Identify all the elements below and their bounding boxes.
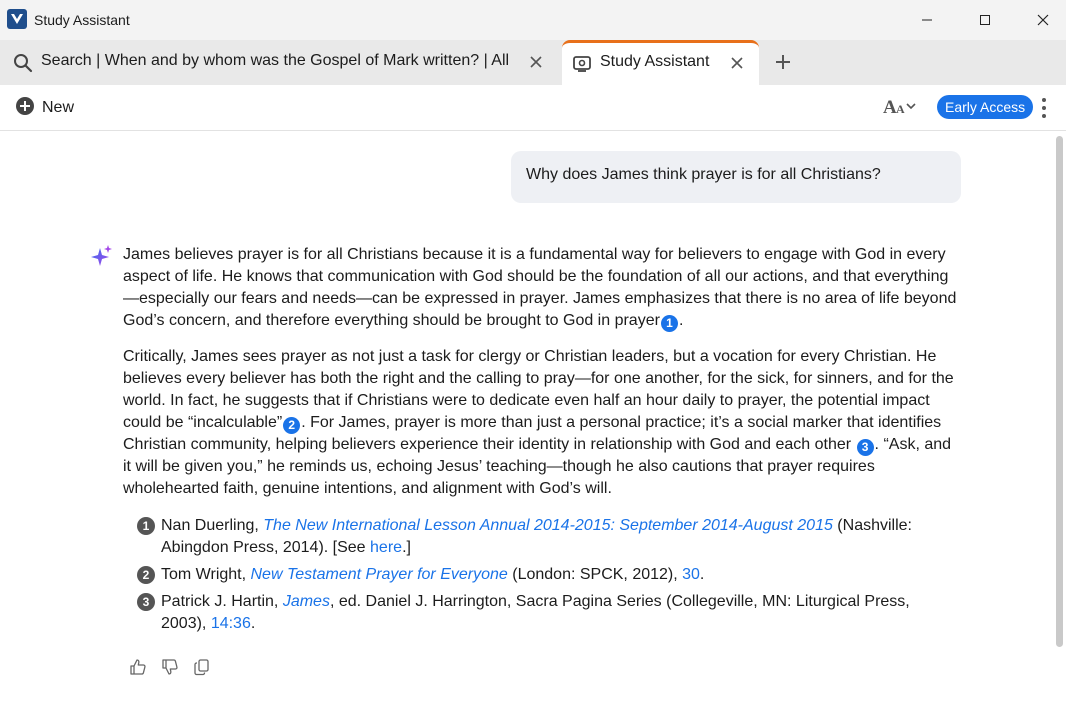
reference-title-link[interactable]: New Testament Prayer for Everyone: [251, 566, 508, 583]
user-question-text: Why does James think prayer is for all C…: [526, 166, 881, 183]
citation-marker[interactable]: 2: [283, 417, 301, 434]
maximize-button[interactable]: [956, 0, 1014, 40]
copy-icon[interactable]: [193, 658, 211, 676]
reference-title-link[interactable]: The New International Lesson Annual 2014…: [263, 517, 833, 534]
citation-marker[interactable]: 3: [856, 439, 874, 456]
reference-tail: .]: [402, 539, 411, 556]
more-options-icon[interactable]: [1036, 97, 1052, 119]
thumbs-down-icon[interactable]: [161, 658, 179, 676]
title-bar: Study Assistant: [0, 0, 1066, 40]
reference-page-link[interactable]: 30: [682, 566, 700, 583]
reference-number: 3: [137, 593, 155, 611]
reference-text: Tom Wright, New Testament Prayer for Eve…: [161, 564, 927, 586]
tab-search-close-icon[interactable]: [526, 52, 546, 72]
reference-item: 1 Nan Duerling, The New International Le…: [137, 515, 927, 559]
reference-author: Tom Wright,: [161, 566, 251, 583]
reference-item: 3 Patrick J. Hartin, James, ed. Daniel J…: [137, 591, 927, 635]
tab-study-assistant-close-icon[interactable]: [727, 53, 747, 73]
toolbar: New AA Early Access: [0, 85, 1066, 131]
reference-text: Patrick J. Hartin, James, ed. Daniel J. …: [161, 591, 927, 635]
reference-text: Nan Duerling, The New International Less…: [161, 515, 927, 559]
references-list: 1 Nan Duerling, The New International Le…: [137, 515, 927, 640]
reference-tail: .: [699, 566, 705, 583]
answer-paragraph: James believes prayer is for all Christi…: [123, 244, 963, 332]
tab-study-assistant[interactable]: Study Assistant: [562, 40, 759, 85]
svg-text:A: A: [896, 102, 905, 116]
window-title: Study Assistant: [34, 12, 130, 28]
reference-title-link[interactable]: James: [283, 593, 330, 610]
close-window-button[interactable]: [1014, 0, 1066, 40]
font-size-button[interactable]: AA: [882, 97, 918, 119]
early-access-badge[interactable]: Early Access: [937, 95, 1034, 119]
font-size-icon: AA: [882, 96, 918, 121]
answer-text: .: [678, 312, 684, 329]
reference-tail: .: [250, 615, 256, 632]
reference-page-link[interactable]: here: [370, 539, 402, 556]
add-tab-icon[interactable]: [771, 50, 795, 74]
tab-search-label: Search | When and by whom was the Gospel…: [41, 52, 510, 69]
plus-circle-icon: [15, 96, 35, 121]
answer-text: James believes prayer is for all Christi…: [123, 246, 957, 329]
assistant-answer: James believes prayer is for all Christi…: [123, 244, 963, 514]
reference-author: Patrick J. Hartin,: [161, 593, 283, 610]
new-button-label: New: [42, 99, 75, 116]
svg-text:A: A: [883, 97, 897, 116]
app-logo-icon: [7, 9, 27, 29]
thumbs-up-icon[interactable]: [129, 658, 147, 676]
ai-sparkle-icon: [91, 245, 113, 272]
answer-paragraph: Critically, James sees prayer as not jus…: [123, 346, 963, 500]
tab-bar: Search | When and by whom was the Gospel…: [0, 40, 1066, 85]
tab-study-assistant-label: Study Assistant: [600, 53, 710, 70]
reference-number: 1: [137, 517, 155, 535]
scrollbar-thumb[interactable]: [1056, 136, 1063, 647]
minimize-button[interactable]: [898, 0, 956, 40]
study-assistant-icon: [572, 54, 592, 79]
tab-search[interactable]: Search | When and by whom was the Gospel…: [0, 40, 558, 85]
reference-publication: (London: SPCK, 2012),: [507, 566, 683, 583]
user-question-bubble: Why does James think prayer is for all C…: [511, 151, 961, 203]
search-icon: [13, 53, 33, 78]
new-button[interactable]: New: [15, 96, 75, 121]
citation-marker[interactable]: 1: [660, 315, 678, 332]
reference-item: 2 Tom Wright, New Testament Prayer for E…: [137, 564, 927, 586]
reference-number: 2: [137, 566, 155, 584]
reference-author: Nan Duerling,: [161, 517, 264, 534]
reference-page-link[interactable]: 14:36: [211, 615, 251, 632]
